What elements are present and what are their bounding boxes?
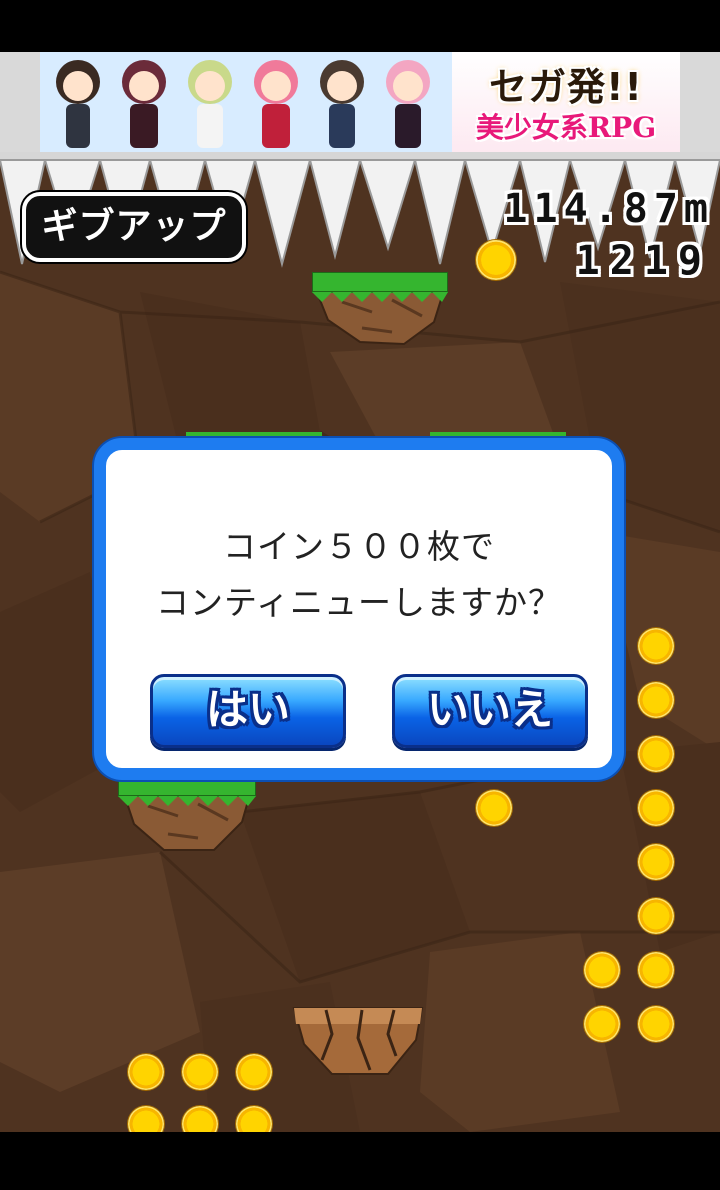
coin bbox=[236, 1054, 272, 1090]
coin bbox=[638, 844, 674, 880]
coin bbox=[638, 898, 674, 934]
coin bbox=[584, 952, 620, 988]
distance-counter: 114.87m bbox=[503, 186, 714, 232]
ad-title: セガ発!! bbox=[489, 65, 643, 109]
navigation-bar bbox=[0, 1132, 720, 1190]
yes-button[interactable]: はい bbox=[150, 674, 346, 748]
grass-platform bbox=[312, 272, 448, 346]
ad-banner[interactable]: セガ発!! 美少女系RPG bbox=[40, 52, 680, 152]
coin-counter: 1219 bbox=[575, 238, 712, 284]
dialog-message-line1: コイン５００枚で bbox=[223, 527, 495, 566]
coin bbox=[638, 1006, 674, 1042]
ceiling-left bbox=[0, 52, 40, 152]
continue-dialog: コイン５００枚で コンティニューしますか？ はい いいえ bbox=[94, 438, 624, 780]
coin bbox=[638, 736, 674, 772]
coin bbox=[182, 1054, 218, 1090]
coin-icon bbox=[476, 240, 516, 280]
coin bbox=[584, 1006, 620, 1042]
coin bbox=[638, 952, 674, 988]
game-screen[interactable]: セガ発!! 美少女系RPG ギブアップ 114.87m 1219 コイン５００枚… bbox=[0, 52, 720, 1132]
coin bbox=[638, 628, 674, 664]
ceiling-right bbox=[680, 52, 720, 152]
no-button[interactable]: いいえ bbox=[392, 674, 588, 748]
crumbling-rock-platform bbox=[292, 1007, 424, 1075]
ad-subtitle: 美少女系RPG bbox=[475, 111, 657, 144]
give-up-button[interactable]: ギブアップ bbox=[22, 192, 246, 262]
coin bbox=[128, 1054, 164, 1090]
ad-character-illustration bbox=[40, 52, 452, 152]
ad-text-panel: セガ発!! 美少女系RPG bbox=[452, 52, 680, 152]
grass-platform bbox=[118, 780, 256, 851]
status-bar bbox=[0, 0, 720, 52]
coin bbox=[476, 790, 512, 826]
coin bbox=[638, 682, 674, 718]
dialog-message-line2: コンティニューしますか？ bbox=[155, 583, 563, 622]
coin bbox=[638, 790, 674, 826]
